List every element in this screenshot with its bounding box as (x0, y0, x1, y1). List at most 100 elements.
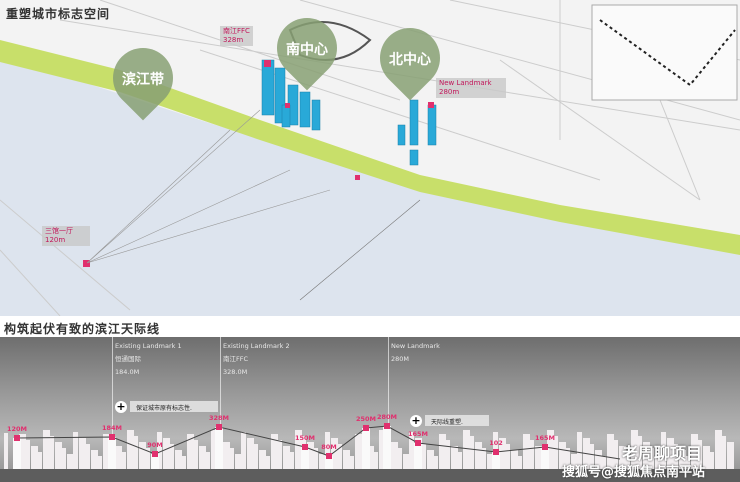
height-marker (326, 453, 332, 459)
height-marker (152, 451, 158, 457)
building (457, 452, 462, 469)
building (529, 440, 534, 469)
building (67, 454, 74, 469)
building (127, 430, 134, 469)
height-label: 250M (355, 415, 377, 423)
building (193, 440, 198, 469)
height-marker (14, 435, 20, 441)
landmark-tower (301, 447, 309, 469)
building (85, 444, 90, 469)
landmark-tower (383, 426, 391, 469)
height-marker (109, 434, 115, 440)
height-label: 90M (147, 441, 163, 449)
height-marker (363, 425, 369, 431)
height-label: 165M (407, 430, 429, 438)
skyline-title: 构筑起伏有致的滨江天际线 (4, 322, 161, 336)
building (445, 440, 450, 469)
skyline-panel: Existing Landmark 1 恒通国际 184.0M Existing L… (0, 337, 740, 482)
masterplan-map: 重塑城市标志空间 滨江带 南中心 北中心 南江FFC 328m New Landm… (0, 0, 740, 316)
building (283, 446, 290, 469)
building (517, 456, 522, 469)
height-marker (493, 449, 499, 455)
building (373, 452, 378, 469)
tag-museum: 三馆一厅 120m (42, 226, 90, 246)
building (349, 456, 354, 469)
building (37, 452, 42, 469)
building (427, 450, 434, 469)
building (4, 433, 8, 469)
building (199, 446, 206, 469)
building (397, 448, 402, 469)
building (253, 444, 258, 469)
building (319, 454, 326, 469)
building (43, 430, 50, 469)
building (439, 434, 446, 469)
building (535, 446, 542, 469)
height-label: 184M (101, 424, 123, 432)
height-label: 120M (6, 425, 28, 433)
building (181, 456, 186, 469)
tag-name: 南江FFC (223, 27, 250, 35)
building (49, 436, 54, 469)
tag-height: 120m (45, 236, 66, 244)
height-marker (415, 440, 421, 446)
building (241, 432, 246, 469)
height-label: 328M (208, 414, 230, 422)
building (139, 442, 146, 469)
building (175, 450, 182, 469)
bubble-north-center-label: 北中心 (389, 52, 431, 68)
map-base (0, 0, 740, 316)
building (355, 434, 362, 469)
tag-name: New Landmark (439, 79, 492, 87)
building (97, 456, 102, 469)
building (31, 446, 38, 469)
height-marker (384, 423, 390, 429)
building (115, 446, 122, 469)
landmark-tower (108, 437, 116, 469)
building (265, 456, 270, 469)
building (511, 450, 518, 469)
height-marker (216, 424, 222, 430)
building (505, 444, 510, 469)
building (229, 448, 234, 469)
building (247, 438, 254, 469)
building (55, 442, 62, 469)
building (25, 440, 30, 469)
bubble-riverside-label: 滨江带 (122, 72, 164, 88)
building (343, 450, 350, 469)
building (391, 442, 398, 469)
building (121, 452, 126, 469)
height-marker (542, 444, 548, 450)
building (727, 442, 734, 469)
tag-new-landmark: New Landmark 280m (436, 78, 506, 98)
landmark-tower (215, 427, 223, 469)
tag-ffc: 南江FFC 328m (220, 26, 253, 46)
height-label: 165M (534, 434, 556, 442)
building (259, 450, 266, 469)
building (91, 450, 98, 469)
tag-name: 三馆一厅 (45, 227, 73, 235)
tag-height: 328m (223, 36, 244, 44)
height-label: 80M (321, 443, 337, 451)
height-label: 280M (376, 413, 398, 421)
building (235, 454, 242, 469)
building (451, 446, 458, 469)
landmark-tower (541, 447, 549, 469)
building (79, 438, 86, 469)
building (61, 448, 66, 469)
watermark-source: 搜狐号@搜狐焦点南平站 (562, 465, 706, 480)
height-label: 150M (294, 434, 316, 442)
bubble-south-center-label: 南中心 (286, 42, 328, 58)
building (133, 436, 138, 469)
building (289, 452, 294, 469)
building (223, 442, 230, 469)
landmark-tower (362, 428, 370, 469)
landmark-tower (13, 438, 21, 469)
building (277, 440, 282, 469)
building (163, 438, 170, 469)
landmark-tower (414, 443, 422, 469)
building (715, 430, 722, 469)
building (475, 442, 482, 469)
building (403, 454, 410, 469)
map-title: 重塑城市标志空间 (6, 7, 111, 21)
